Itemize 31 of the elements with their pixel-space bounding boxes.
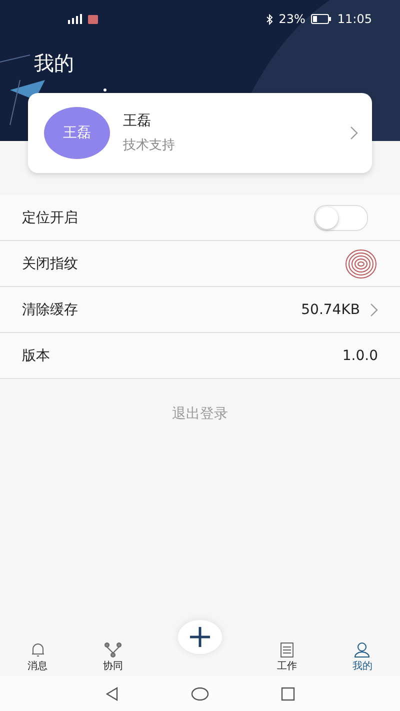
profile-card[interactable]: 王磊 王磊 技术支持 (28, 93, 372, 173)
setting-label: 定位开启 (22, 208, 78, 226)
user-role: 技术支持 (123, 137, 175, 154)
person-icon (353, 642, 372, 658)
back-icon[interactable] (105, 686, 119, 700)
tab-item[interactable]: 工作 (277, 642, 298, 673)
tab-item[interactable]: 消息 (28, 642, 48, 673)
setting-label: 关闭指纹 (22, 254, 78, 272)
network-icon (104, 642, 122, 658)
fingerprint-icon[interactable] (344, 246, 378, 280)
recents-icon[interactable] (281, 686, 295, 700)
cache-size: 50.74KB (301, 302, 360, 318)
chevron-right-icon (350, 126, 358, 140)
home-icon[interactable] (191, 686, 209, 700)
setting-label: 版本 (22, 346, 50, 364)
page-title: 我的 (34, 50, 74, 77)
avatar: 王磊 (44, 107, 110, 159)
bluetooth-icon (266, 14, 273, 24)
setting-label: 清除缓存 (22, 300, 78, 318)
document-icon (278, 642, 296, 658)
toggle-switch[interactable] (314, 204, 368, 230)
user-name: 王磊 (123, 112, 151, 130)
add-button[interactable] (178, 620, 222, 654)
chevron-right-icon[interactable] (370, 302, 378, 316)
battery-icon (311, 14, 332, 24)
version-number: 1.0.0 (342, 348, 378, 364)
tab-item[interactable]: 协同 (102, 642, 123, 673)
battery-percent: 23% (278, 12, 306, 26)
plus-icon (188, 626, 211, 648)
clock-time: 11:05 (337, 12, 372, 26)
tab-item[interactable]: 我的 (352, 642, 372, 673)
